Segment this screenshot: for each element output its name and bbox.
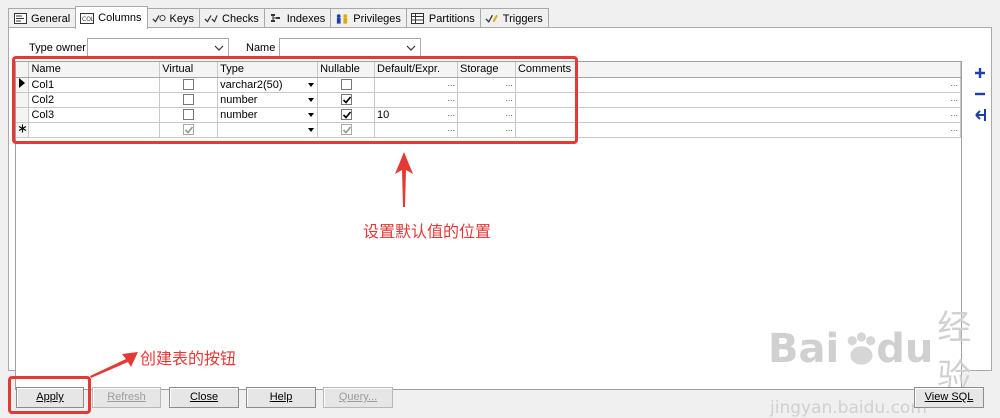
annotation-arrow-diagonal-icon — [90, 352, 138, 378]
filter-row: Type owner Name — [29, 38, 421, 58]
tab-triggers[interactable]: Triggers — [479, 8, 549, 28]
tab-privileges-label: Privileges — [353, 12, 401, 25]
keys-icon — [151, 13, 166, 24]
help-button[interactable]: Help — [246, 387, 316, 408]
watermark-brand-cn: 经验 — [937, 308, 972, 397]
plus-icon — [975, 68, 985, 78]
columns-icon: COL — [80, 12, 95, 24]
query-label: Query... — [338, 391, 378, 403]
watermark-brand-du: du — [876, 326, 934, 372]
refresh-button[interactable]: Refresh — [92, 387, 161, 408]
chevron-down-icon — [406, 45, 416, 51]
minus-icon — [975, 92, 985, 96]
tab-partitions[interactable]: Partitions — [405, 8, 481, 28]
name-label: Name — [246, 42, 276, 54]
type-owner-select[interactable] — [87, 38, 229, 58]
cell-comments[interactable]: ... — [515, 122, 962, 138]
remove-column-button[interactable] — [971, 85, 989, 103]
indexes-icon — [269, 13, 283, 24]
refresh-label: Refresh — [107, 391, 146, 403]
highlight-columns-box — [12, 56, 578, 144]
tab-columns[interactable]: COL Columns — [75, 6, 148, 29]
cell-comments[interactable]: ... — [515, 92, 962, 108]
ellipsis-button[interactable]: ... — [950, 108, 958, 118]
annotation-default-position: 设置默认值的位置 — [363, 222, 492, 241]
add-column-button[interactable] — [971, 64, 989, 82]
tab-checks[interactable]: Checks — [199, 8, 265, 28]
col-header-comments[interactable]: Comments — [515, 62, 962, 78]
apply-button[interactable]: Apply — [16, 387, 84, 408]
tab-general[interactable]: General — [8, 8, 77, 28]
ellipsis-button[interactable]: ... — [950, 78, 958, 88]
paw-icon — [847, 332, 876, 365]
tab-general-label: General — [31, 12, 71, 25]
help-label: Help — [269, 391, 293, 403]
triggers-icon — [485, 13, 499, 24]
ellipsis-button[interactable]: ... — [950, 123, 958, 133]
close-label: Close — [189, 391, 219, 403]
general-icon — [13, 13, 27, 24]
tab-bar: General COL Columns Keys Checks Indexes … — [8, 6, 549, 29]
watermark-brand: Bai — [768, 326, 840, 372]
insert-arrow-icon — [975, 109, 986, 121]
privileges-icon — [335, 13, 349, 24]
cell-comments[interactable]: ... — [515, 77, 962, 93]
annotation-create-button: 创建表的按钮 — [140, 349, 237, 368]
partitions-icon — [411, 13, 425, 24]
svg-text:COL: COL — [82, 16, 94, 23]
ellipsis-button[interactable]: ... — [950, 93, 958, 103]
tab-privileges[interactable]: Privileges — [330, 8, 407, 28]
tab-keys-label: Keys — [169, 12, 195, 25]
cell-comments[interactable]: ... — [515, 107, 962, 123]
tab-indexes-label: Indexes — [286, 12, 326, 25]
tab-indexes[interactable]: Indexes — [263, 8, 332, 28]
tab-triggers-label: Triggers — [502, 12, 543, 25]
tab-keys[interactable]: Keys — [146, 8, 201, 28]
type-owner-label: Type owner — [29, 42, 86, 54]
apply-label: Apply — [36, 391, 64, 403]
view-sql-button[interactable]: View SQL — [914, 387, 984, 408]
name-select[interactable] — [279, 38, 421, 58]
close-button[interactable]: Close — [169, 387, 239, 408]
tab-partitions-label: Partitions — [428, 12, 475, 25]
chevron-down-icon — [214, 45, 224, 51]
checks-icon — [204, 13, 218, 24]
tab-columns-label: Columns — [98, 12, 142, 24]
tab-checks-label: Checks — [222, 12, 259, 25]
annotation-arrow-up-icon — [395, 152, 413, 207]
insert-column-button[interactable] — [971, 106, 989, 124]
view-sql-label: View SQL — [924, 391, 974, 403]
query-button[interactable]: Query... — [323, 387, 393, 408]
